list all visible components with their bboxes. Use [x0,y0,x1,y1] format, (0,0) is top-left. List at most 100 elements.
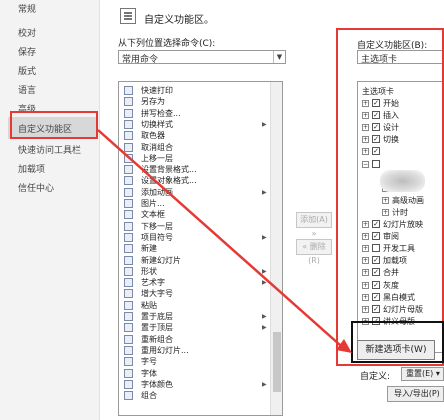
highlight-new-tab-box [351,321,444,363]
command-icon [124,379,133,389]
command-item[interactable]: 快速打印 [119,85,269,96]
command-item[interactable]: 取色器 [119,130,269,141]
options-nav: 常规 校对 保存 版式 语言 高级 自定义功能区 快速访问工具栏 加载项 信任中… [0,0,100,420]
command-icon [124,108,133,118]
command-item[interactable]: 置于底层 ▶ [119,311,269,322]
submenu-arrow-icon: ▶ [262,313,267,320]
command-item[interactable]: 字号 [119,356,269,367]
command-item[interactable]: 图片... [119,198,269,209]
nav-item-add-ins[interactable]: 加载项 [18,162,45,175]
command-icon [124,391,133,401]
command-label: 置于底层 [141,312,173,321]
command-item[interactable]: 艺术字 ▶ [119,277,269,288]
command-icon [124,210,133,220]
command-icon [124,255,133,265]
import-export-button[interactable]: 导入/导出(P) [387,386,444,402]
command-icon [124,176,133,186]
command-item[interactable]: 添加动画 ▶ [119,187,269,198]
command-item[interactable]: 新建幻灯片 [119,255,269,266]
command-icon [124,357,133,367]
command-label: 新建 [141,244,157,254]
reset-button[interactable]: 重置(E) ▾ [401,367,444,381]
command-icon [124,153,133,163]
command-item[interactable]: 切换样式 ▶ [119,119,269,130]
submenu-arrow-icon: ▶ [262,267,267,275]
command-label: 字号 [141,357,157,367]
command-item[interactable]: 置于顶层 ▶ [119,322,269,333]
submenu-arrow-icon: ▶ [262,188,267,196]
command-item[interactable]: 新建 [119,243,269,254]
command-label: 艺术字 [141,278,165,288]
customize-ribbon-icon [120,8,136,24]
submenu-arrow-icon: ▶ [262,279,267,287]
remove-button[interactable]: « 删除(R) [296,239,332,265]
choose-commands-value: 常用命令 [122,55,159,65]
command-label: 设置背景格式... [141,165,197,175]
command-item[interactable]: 重新组合 [119,334,269,345]
command-item[interactable]: 取消组合 [119,142,269,153]
choose-commands-label: 从下列位置选择命令(C): [118,39,216,49]
customize-label: 自定义: [360,372,391,382]
command-label: 字体颜色 [141,379,173,389]
commands-list[interactable]: 快速打印另存为 拼写检查... 切换样式 ▶ 取色器 取消组合 上移一层设置背景格式... 设… [118,81,283,416]
submenu-arrow-icon: ▶ [262,120,267,128]
nav-item-layout[interactable]: 版式 [18,64,36,77]
highlight-ribbon-box [336,28,444,366]
section-header: 自定义功能区。 [116,6,336,30]
command-item[interactable]: 形状 ▶ [119,266,269,277]
command-label: 文本框 [141,210,165,220]
submenu-arrow-icon: ▶ [262,324,267,332]
command-label: 另存为 [141,97,165,107]
command-icon [124,199,133,208]
command-icon [124,323,133,333]
command-label: 添加动画 [141,187,173,197]
command-label: 上移一层 [141,153,173,163]
command-label: 项目符号 [141,232,173,242]
command-label: 快速打印 [141,86,173,95]
nav-item-proofing[interactable]: 校对 [18,26,36,39]
section-title: 自定义功能区。 [144,15,214,26]
command-item[interactable]: 拼写检查... [119,108,269,119]
command-item[interactable]: 下移一层 [119,221,269,232]
command-icon [124,165,133,175]
add-button[interactable]: 添加(A) » [296,212,332,238]
choose-commands-select[interactable]: 常用命令 ▼ [118,50,286,65]
nav-item-quick-access-toolbar[interactable]: 快速访问工具栏 [18,143,81,156]
nav-item-save[interactable]: 保存 [18,45,36,58]
command-item[interactable]: 增大字号 [119,288,269,299]
command-icon [124,345,133,355]
command-icon [124,334,133,344]
nav-item-general[interactable]: 常规 [18,2,36,15]
submenu-arrow-icon: ▶ [262,380,267,388]
command-label: 取消组合 [141,142,173,152]
command-icon [124,266,133,276]
command-item[interactable]: 设置背景格式... [119,164,269,175]
chevron-down-icon[interactable]: ▼ [273,51,285,63]
command-item[interactable]: 字体颜色 ▶ [119,379,269,390]
command-item[interactable]: 上移一层 [119,153,269,164]
command-item[interactable]: 粘贴 [119,300,269,311]
command-item[interactable]: 项目符号 ▶ [119,232,269,243]
command-item[interactable]: 组合 [119,390,269,401]
command-label: 设置对象格式... [141,176,197,186]
command-item[interactable]: 文本框 [119,209,269,220]
submenu-arrow-icon: ▶ [262,233,267,241]
command-icon [124,278,133,288]
command-label: 图片... [141,199,165,208]
commands-scrollbar[interactable] [270,82,282,415]
scrollbar-thumb[interactable] [273,332,281,392]
nav-item-trust-center[interactable]: 信任中心 [18,181,54,194]
command-item[interactable]: 另存为 [119,96,269,107]
command-label: 下移一层 [141,221,173,231]
command-label: 重用幻灯片... [141,345,189,355]
command-label: 增大字号 [141,289,173,299]
command-label: 取色器 [141,131,165,141]
command-item[interactable]: 字体 [119,368,269,379]
command-icon [124,289,133,299]
nav-item-language[interactable]: 语言 [18,83,36,96]
command-icon [124,244,133,254]
command-item[interactable]: 重用幻灯片... [119,345,269,356]
command-item[interactable]: 设置对象格式... [119,175,269,186]
command-label: 切换样式 [141,119,173,129]
command-label: 粘贴 [141,300,157,310]
